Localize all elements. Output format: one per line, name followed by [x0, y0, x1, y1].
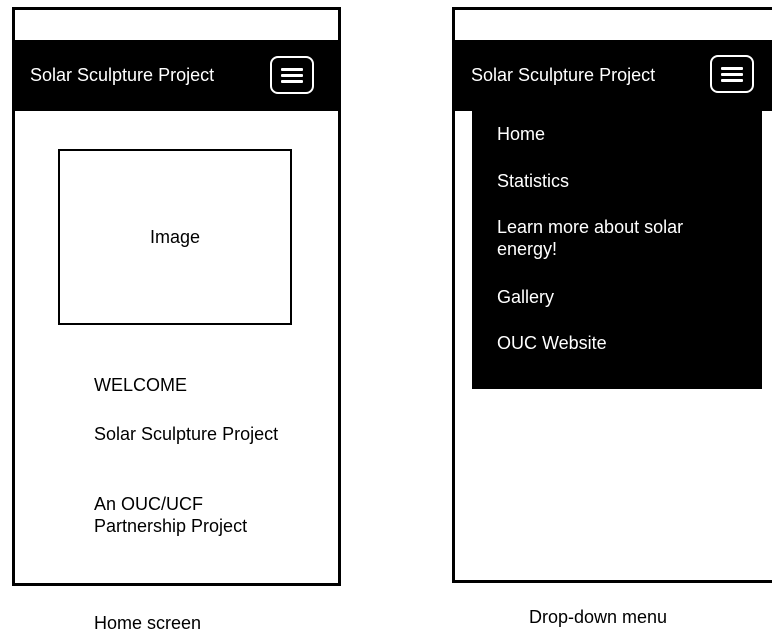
- menu-item-home[interactable]: Home: [497, 123, 737, 145]
- app-title: Solar Sculpture Project: [471, 65, 656, 85]
- menu-item-statistics[interactable]: Statistics: [497, 170, 737, 192]
- menu-item-gallery[interactable]: Gallery: [497, 286, 737, 308]
- menu-item-ouc-website[interactable]: OUC Website: [497, 332, 737, 354]
- partnership-text: An OUC/UCF Partnership Project: [94, 494, 248, 536]
- menu-bar-line: [281, 79, 303, 83]
- hamburger-menu-icon[interactable]: [710, 55, 754, 93]
- menu-bar-line: [721, 72, 743, 76]
- menu-item-learn-more[interactable]: Learn more about solar energy!: [497, 216, 737, 260]
- dropdown-menu-caption: Drop-down menu: [529, 607, 668, 627]
- image-placeholder: Image: [58, 149, 292, 325]
- hamburger-menu-icon[interactable]: [270, 56, 314, 94]
- dropdown-screen-phone: Solar Sculpture Project Home Statistics …: [452, 7, 772, 583]
- app-header: Solar Sculpture Project: [15, 40, 338, 111]
- menu-bar-line: [721, 66, 743, 70]
- dropdown-menu: Home Statistics Learn more about solar e…: [472, 108, 762, 389]
- app-header: Solar Sculpture Project: [455, 40, 772, 111]
- welcome-heading: WELCOME: [94, 375, 188, 395]
- home-screen-caption: Home screen: [94, 613, 202, 633]
- menu-bar-line: [281, 73, 303, 77]
- menu-bar-line: [721, 78, 743, 82]
- app-title: Solar Sculpture Project: [30, 65, 215, 85]
- home-screen-phone: Solar Sculpture Project Image WELCOME So…: [12, 7, 341, 586]
- menu-bar-line: [281, 67, 303, 71]
- image-placeholder-label: Image: [149, 226, 201, 247]
- project-title-text: Solar Sculpture Project: [94, 424, 279, 444]
